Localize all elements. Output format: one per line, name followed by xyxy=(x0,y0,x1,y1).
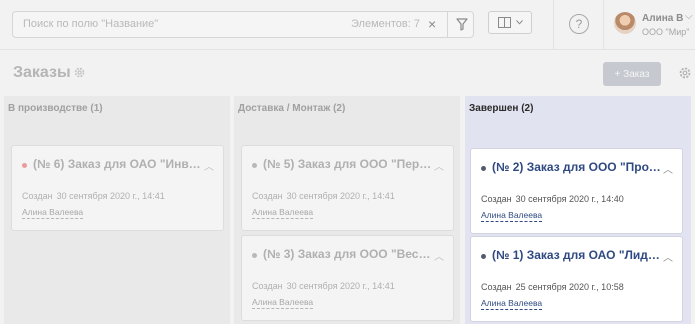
created-date: 30 сентября 2020 г., 14:40 xyxy=(515,194,624,204)
order-meta: Создан 30 сентября 2020 г., 14:40 xyxy=(481,194,624,204)
top-bar: Поиск по полю "Название" Элементов: 7 × … xyxy=(0,0,695,50)
gear-icon[interactable] xyxy=(73,66,86,79)
chevron-down-icon: ⌵ xyxy=(685,11,693,22)
order-title[interactable]: (№ 3) Заказ для ООО "Весна" xyxy=(263,247,435,261)
chevron-up-icon[interactable]: ︿ xyxy=(434,248,444,263)
created-date: 30 сентября 2020 г., 14:41 xyxy=(56,191,165,201)
order-card[interactable]: (№ 6) Заказ для ОАО "Инвестстрой" ︿ Созд… xyxy=(11,145,224,231)
column-title: В производстве (1) xyxy=(8,103,103,114)
columns-icon xyxy=(497,17,511,28)
chevron-up-icon[interactable]: ︿ xyxy=(663,249,673,264)
status-dot xyxy=(481,254,486,259)
order-title[interactable]: (№ 1) Заказ для ОАО "Лидер" xyxy=(492,248,664,262)
order-title[interactable]: (№ 5) Заказ для ООО "Персона" xyxy=(263,157,435,171)
order-card[interactable]: (№ 5) Заказ для ООО "Персона" ︿ Создан 30… xyxy=(241,145,454,231)
order-card[interactable]: (№ 3) Заказ для ООО "Весна" ︿ Создан 30 с… xyxy=(241,235,454,321)
avatar xyxy=(614,12,636,34)
assignee-link[interactable]: Алина Валеева xyxy=(481,298,543,310)
assignee-link[interactable]: Алина Валеева xyxy=(252,297,314,309)
order-meta: Создан 30 сентября 2020 г., 14:41 xyxy=(22,191,165,201)
assignee-link[interactable]: Алина Валеева xyxy=(481,210,543,222)
kanban-column-in-production: В производстве (1) (№ 6) Заказ для ОАО "… xyxy=(4,96,230,324)
add-order-button[interactable]: + Заказ xyxy=(603,62,661,86)
order-title[interactable]: (№ 6) Заказ для ОАО "Инвестстрой" xyxy=(33,157,205,171)
created-label: Создан xyxy=(252,281,283,291)
user-name: Алина В xyxy=(642,13,684,24)
help-icon[interactable]: ? xyxy=(569,14,589,34)
chevron-down-icon xyxy=(515,20,523,25)
column-title: Доставка / Монтаж (2) xyxy=(238,103,346,114)
order-card[interactable]: (№ 1) Заказ для ОАО "Лидер" ︿ Создан 25 с… xyxy=(470,236,683,322)
divider xyxy=(603,0,604,50)
kanban-column-completed: Завершен (2) (№ 2) Заказ для ООО "Промсе… xyxy=(465,96,691,324)
kanban-column-delivery: Доставка / Монтаж (2) (№ 5) Заказ для ОО… xyxy=(234,96,460,324)
order-meta: Создан 30 сентября 2020 г., 14:41 xyxy=(252,191,395,201)
user-org: ООО "Мир" xyxy=(642,27,690,37)
status-dot xyxy=(22,163,27,168)
gear-icon[interactable] xyxy=(678,66,692,80)
search-input[interactable]: Поиск по полю "Название" xyxy=(23,18,158,30)
status-dot xyxy=(481,166,486,171)
created-label: Создан xyxy=(481,282,512,292)
assignee-link[interactable]: Алина Валеева xyxy=(22,207,84,219)
created-label: Создан xyxy=(481,194,512,204)
order-title[interactable]: (№ 2) Заказ для ООО "Промсервис" xyxy=(492,160,664,174)
chevron-up-icon[interactable]: ︿ xyxy=(434,158,444,173)
created-date: 30 сентября 2020 г., 14:41 xyxy=(286,191,395,201)
order-meta: Создан 25 сентября 2020 г., 10:58 xyxy=(481,282,624,292)
filter-button[interactable] xyxy=(447,11,475,38)
order-meta: Создан 30 сентября 2020 г., 14:41 xyxy=(252,281,395,291)
user-menu[interactable]: Алина В ⌵ ООО "Мир" xyxy=(612,10,695,42)
column-title: Завершен (2) xyxy=(469,103,534,114)
elements-count: Элементов: 7 xyxy=(351,18,420,30)
created-label: Создан xyxy=(252,191,283,201)
close-icon[interactable]: × xyxy=(428,16,436,32)
created-label: Создан xyxy=(22,191,53,201)
created-date: 30 сентября 2020 г., 14:41 xyxy=(286,281,395,291)
chevron-up-icon[interactable]: ︿ xyxy=(663,161,673,176)
divider xyxy=(553,0,554,50)
created-date: 25 сентября 2020 г., 10:58 xyxy=(515,282,624,292)
chevron-up-icon[interactable]: ︿ xyxy=(204,158,214,173)
assignee-link[interactable]: Алина Валеева xyxy=(252,207,314,219)
page-title: Заказы xyxy=(13,64,71,81)
view-toggle-button[interactable] xyxy=(488,11,532,34)
search-box[interactable]: Поиск по полю "Название" Элементов: 7 × xyxy=(12,11,474,38)
order-card[interactable]: (№ 2) Заказ для ООО "Промсервис" ︿ Созда… xyxy=(470,148,683,234)
filter-icon xyxy=(455,18,468,31)
status-dot xyxy=(252,253,257,258)
status-dot xyxy=(252,163,257,168)
